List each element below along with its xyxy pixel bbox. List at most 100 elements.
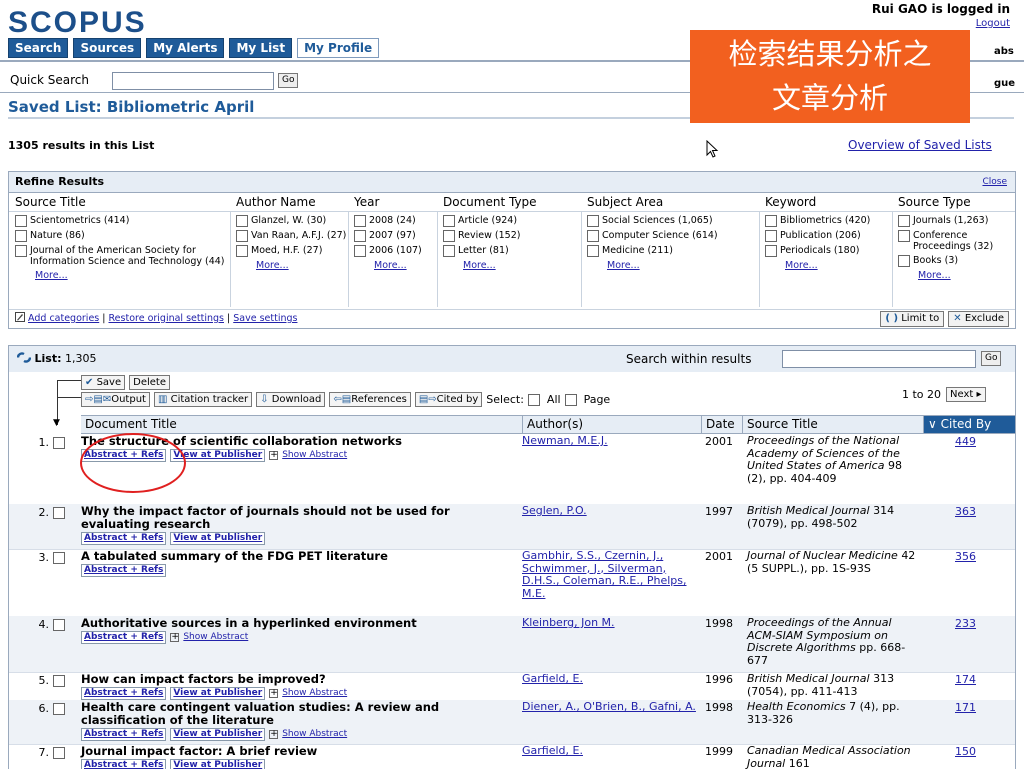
authors-link[interactable]: Kleinberg, Jon M. [522, 617, 697, 630]
refine-more-link[interactable]: More... [581, 260, 759, 271]
refine-option[interactable]: 2006 (107) [348, 245, 437, 257]
refine-option-checkbox[interactable] [587, 215, 599, 227]
col-document-title[interactable]: Document Title [81, 416, 521, 433]
refine-option-checkbox[interactable] [443, 245, 455, 257]
refine-option-checkbox[interactable] [587, 245, 599, 257]
row-checkbox[interactable] [53, 552, 65, 564]
overview-saved-lists-link[interactable]: Overview of Saved Lists [848, 138, 992, 152]
refine-option-checkbox[interactable] [443, 230, 455, 242]
refine-more-link[interactable]: More... [230, 260, 348, 271]
row-checkbox[interactable] [53, 675, 65, 687]
language-link-partial[interactable]: gue [994, 78, 1015, 89]
expand-plus-icon[interactable]: + [170, 633, 179, 642]
refine-option[interactable]: Conference Proceedings (32) [892, 230, 1015, 252]
refine-option-checkbox[interactable] [898, 230, 910, 242]
document-title[interactable]: Why the impact factor of journals should… [81, 505, 511, 545]
view-at-publisher-button[interactable]: View at Publisher [170, 728, 265, 741]
save-settings-link[interactable]: Save settings [233, 313, 297, 324]
abstract-refs-button[interactable]: Abstract + Refs [81, 564, 166, 577]
nav-my-alerts-button[interactable]: My Alerts [146, 38, 224, 58]
refine-option[interactable]: Books (3) [892, 255, 1015, 267]
document-title-text[interactable]: Health care contingent valuation studies… [81, 700, 439, 727]
authors-link[interactable]: Diener, A., O'Brien, B., Gafni, A. [522, 701, 697, 714]
document-title[interactable]: Authoritative sources in a hyperlinked e… [81, 617, 511, 644]
row-checkbox[interactable] [53, 507, 65, 519]
row-checkbox[interactable] [53, 703, 65, 715]
refine-option[interactable]: Nature (86) [9, 230, 230, 242]
document-title[interactable]: Journal impact factor: A brief reviewAbs… [81, 745, 511, 769]
refine-option[interactable]: Review (152) [437, 230, 581, 242]
refine-option-checkbox[interactable] [15, 245, 27, 257]
expand-plus-icon[interactable]: + [269, 730, 278, 739]
refine-option[interactable]: Bibliometrics (420) [759, 215, 892, 227]
refine-option[interactable]: Journals (1,263) [892, 215, 1015, 227]
refine-option-checkbox[interactable] [587, 230, 599, 242]
refine-option-checkbox[interactable] [354, 215, 366, 227]
refine-option[interactable]: Moed, H.F. (27) [230, 245, 348, 257]
cited-by-count-link[interactable]: 171 [955, 701, 976, 714]
refine-option-checkbox[interactable] [354, 245, 366, 257]
abstract-refs-button[interactable]: Abstract + Refs [81, 687, 166, 700]
scopus-logo[interactable]: SCOPUS [8, 8, 147, 38]
save-button[interactable]: ✔ Save [81, 375, 125, 390]
show-abstract-link[interactable]: Show Abstract [282, 687, 347, 700]
refine-option[interactable]: 2008 (24) [348, 215, 437, 227]
refine-option[interactable]: Article (924) [437, 215, 581, 227]
cited-by-count-link[interactable]: 363 [955, 505, 976, 518]
refine-more-link[interactable]: More... [9, 270, 230, 281]
nav-sources-button[interactable]: Sources [73, 38, 141, 58]
refine-option-checkbox[interactable] [354, 230, 366, 242]
refine-option-checkbox[interactable] [765, 215, 777, 227]
cited-by-count-link[interactable]: 174 [955, 673, 976, 686]
select-all-checkbox[interactable] [528, 394, 540, 406]
exclude-button[interactable]: ✕ Exclude [948, 311, 1009, 327]
refine-option-checkbox[interactable] [236, 215, 248, 227]
refine-option[interactable]: Glanzel, W. (30) [230, 215, 348, 227]
authors-link[interactable]: Newman, M.E.J. [522, 435, 697, 448]
limit-to-button[interactable]: ( ) Limit to [880, 311, 944, 327]
logout-link[interactable]: Logout [872, 18, 1010, 29]
refine-option[interactable]: Computer Science (614) [581, 230, 759, 242]
refine-option-checkbox[interactable] [236, 230, 248, 242]
download-button[interactable]: ⇩ Download [256, 392, 325, 407]
refine-option[interactable]: Periodicals (180) [759, 245, 892, 257]
refine-option[interactable]: Van Raan, A.F.J. (27) [230, 230, 348, 242]
nav-my-profile-button[interactable]: My Profile [297, 38, 379, 58]
cited-by-count-link[interactable]: 233 [955, 617, 976, 630]
authors-link[interactable]: Garfield, E. [522, 745, 697, 758]
expand-plus-icon[interactable]: + [269, 451, 278, 460]
refine-more-link[interactable]: More... [892, 270, 1015, 281]
next-page-button[interactable]: Next ▸ [946, 387, 986, 402]
restore-settings-link[interactable]: Restore original settings [109, 313, 224, 324]
document-title-text[interactable]: A tabulated summary of the FDG PET liter… [81, 549, 388, 563]
view-at-publisher-button[interactable]: View at Publisher [170, 532, 265, 545]
refine-option-checkbox[interactable] [765, 245, 777, 257]
refine-option[interactable]: Scientometrics (414) [9, 215, 230, 227]
refine-more-link[interactable]: More... [759, 260, 892, 271]
abstract-refs-button[interactable]: Abstract + Refs [81, 728, 166, 741]
delete-button[interactable]: Delete [129, 375, 170, 390]
show-abstract-link[interactable]: Show Abstract [282, 728, 347, 741]
authors-link[interactable]: Seglen, P.O. [522, 505, 697, 518]
quick-search-input[interactable] [112, 72, 274, 90]
document-title[interactable]: How can impact factors be improved?Abstr… [81, 673, 511, 700]
authors-link[interactable]: Garfield, E. [522, 673, 697, 686]
cited-by-count-link[interactable]: 449 [955, 435, 976, 448]
citation-tracker-button[interactable]: ▥ Citation tracker [154, 392, 252, 407]
refine-option[interactable]: Letter (81) [437, 245, 581, 257]
show-abstract-link[interactable]: Show Abstract [183, 631, 248, 644]
select-page-checkbox[interactable] [565, 394, 577, 406]
abstract-refs-button[interactable]: Abstract + Refs [81, 631, 166, 644]
document-title[interactable]: Health care contingent valuation studies… [81, 701, 511, 741]
refine-more-link[interactable]: More... [437, 260, 581, 271]
authors-link[interactable]: Gambhir, S.S., Czernin, J., Schwimmer, J… [522, 550, 697, 600]
cited-by-button[interactable]: ▤⇨Cited by [415, 392, 482, 407]
references-button[interactable]: ⇦▤References [329, 392, 410, 407]
nav-my-list-button[interactable]: My List [229, 38, 292, 58]
document-title-text[interactable]: How can impact factors be improved? [81, 672, 326, 686]
output-button[interactable]: ⇨▤✉Output [81, 392, 150, 407]
add-categories-link[interactable]: Add categories [28, 313, 99, 324]
refine-option[interactable]: Medicine (211) [581, 245, 759, 257]
search-within-input[interactable] [782, 350, 976, 368]
refine-option-checkbox[interactable] [765, 230, 777, 242]
